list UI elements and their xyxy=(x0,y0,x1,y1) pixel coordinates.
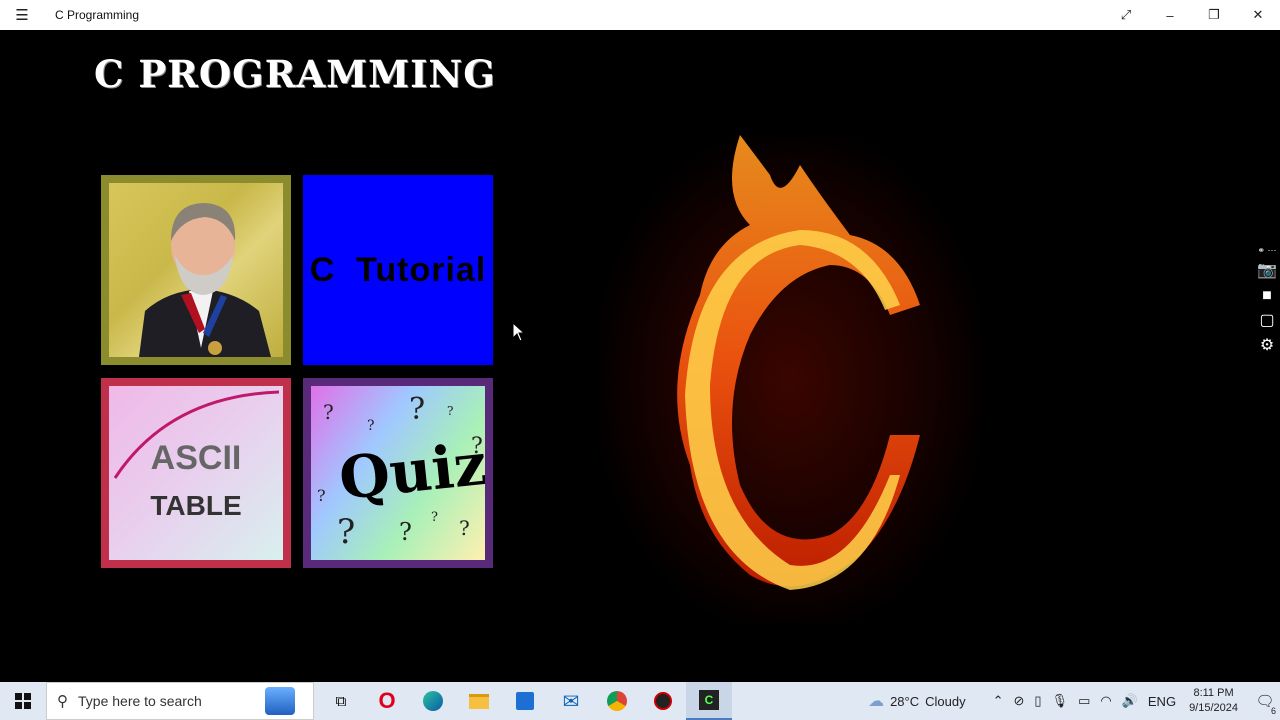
question-mark-icon: ? xyxy=(337,512,356,552)
question-mark-icon: ? xyxy=(431,510,438,525)
clock-time: 8:11 PM xyxy=(1193,687,1234,699)
file-explorer-icon[interactable] xyxy=(456,682,502,720)
app-heading: C PROGRAMMING xyxy=(94,52,496,96)
window-controls: ⤢ – ❐ ✕ xyxy=(1104,0,1280,30)
fire-c-logo xyxy=(600,135,980,625)
hamburger-icon[interactable]: ☰ xyxy=(0,0,44,30)
app-icon[interactable] xyxy=(640,682,686,720)
camera-icon[interactable]: 📷 xyxy=(1257,261,1277,280)
tile-ascii-table[interactable]: ASCII TABLE xyxy=(101,378,291,568)
close-button[interactable]: ✕ xyxy=(1236,0,1280,30)
tile-c-tutorial[interactable]: C Tutorial xyxy=(303,175,493,365)
store-icon[interactable] xyxy=(502,682,548,720)
notification-center-button[interactable]: 🗨 6 xyxy=(1250,682,1280,720)
clock-date: 9/15/2024 xyxy=(1189,702,1238,714)
taskbar-apps: ⧉ O ✉ C xyxy=(318,682,732,720)
title-bar: ☰ C Programming ⤢ – ❐ ✕ xyxy=(0,0,1280,30)
search-placeholder: Type here to search xyxy=(78,693,202,709)
notification-count: 6 xyxy=(1270,706,1276,716)
microphone-icon[interactable]: 🎙 xyxy=(1052,693,1069,709)
question-mark-icon: ? xyxy=(409,392,426,427)
video-icon[interactable]: ■ xyxy=(1262,286,1272,305)
device-icon[interactable]: ▯ xyxy=(1034,693,1041,709)
search-icon: ⚲ xyxy=(57,693,68,710)
minimize-button[interactable]: – xyxy=(1148,0,1192,30)
link-icon[interactable]: ⚭ ··· xyxy=(1257,245,1276,255)
fullscreen-icon[interactable]: ⤢ xyxy=(1104,0,1148,30)
network-error-icon[interactable]: ⊘ xyxy=(1013,693,1024,709)
question-mark-icon: ? xyxy=(447,404,454,418)
mouse-cursor-icon xyxy=(512,321,526,347)
tile-author-photo[interactable] xyxy=(101,175,291,365)
volume-icon[interactable]: 🔊 xyxy=(1122,693,1138,709)
question-mark-icon: ? xyxy=(317,486,326,505)
language-indicator[interactable]: ENG xyxy=(1148,694,1176,709)
restore-button[interactable]: ❐ xyxy=(1192,0,1236,30)
windows-icon xyxy=(15,693,31,709)
capture-toolbar: ⚭ ··· 📷 ■ ▢ ⚙ xyxy=(1254,243,1280,358)
ascii-tile-content: ASCII TABLE xyxy=(109,386,283,560)
question-mark-icon: ? xyxy=(323,400,334,424)
opera-icon[interactable]: O xyxy=(364,682,410,720)
tile-quiz[interactable]: ? ? ? ? ? ? ? ? ? ? Quiz! xyxy=(303,378,493,568)
search-highlight-icon[interactable] xyxy=(265,687,295,715)
weather-condition: Cloudy xyxy=(925,693,966,709)
edge-icon[interactable] xyxy=(410,682,456,720)
taskbar-search-box[interactable]: ⚲ Type here to search xyxy=(46,682,314,720)
quiz-label: Quiz! xyxy=(335,427,485,513)
window-icon[interactable]: ▢ xyxy=(1259,311,1274,330)
question-mark-icon: ? xyxy=(367,418,375,434)
wifi-icon[interactable]: ◠ xyxy=(1100,693,1111,709)
task-view-icon[interactable]: ⧉ xyxy=(318,682,364,720)
clock[interactable]: 8:11 PM 9/15/2024 xyxy=(1189,686,1238,716)
c-programming-icon[interactable]: C xyxy=(686,682,732,720)
tile-c-tutorial-label: C Tutorial xyxy=(309,250,487,289)
author-photo xyxy=(109,183,283,357)
question-mark-icon: ? xyxy=(459,516,470,540)
cloud-icon: ☁ xyxy=(868,693,885,710)
taskbar: ⚲ Type here to search ⧉ O ✉ C ☁ 28°C Clo… xyxy=(0,682,1280,720)
gear-icon[interactable]: ⚙ xyxy=(1260,336,1274,355)
weather-temp: 28°C xyxy=(890,693,920,709)
weather-widget[interactable]: ☁ 28°C Cloudy xyxy=(868,691,966,711)
chevron-up-icon[interactable]: ⌃ xyxy=(993,693,1004,709)
battery-icon[interactable]: ▭ xyxy=(1078,693,1090,709)
chrome-icon[interactable] xyxy=(594,682,640,720)
quiz-tile-content: ? ? ? ? ? ? ? ? ? ? Quiz! xyxy=(311,386,485,560)
question-mark-icon: ? xyxy=(399,518,412,546)
system-tray: ☁ 28°C Cloudy ⌃ ⊘ ▯ 🎙 ▭ ◠ 🔊 ENG 8:11 PM … xyxy=(868,682,1280,720)
mail-icon[interactable]: ✉ xyxy=(548,682,594,720)
start-button[interactable] xyxy=(0,682,46,720)
window-title: C Programming xyxy=(55,8,140,22)
